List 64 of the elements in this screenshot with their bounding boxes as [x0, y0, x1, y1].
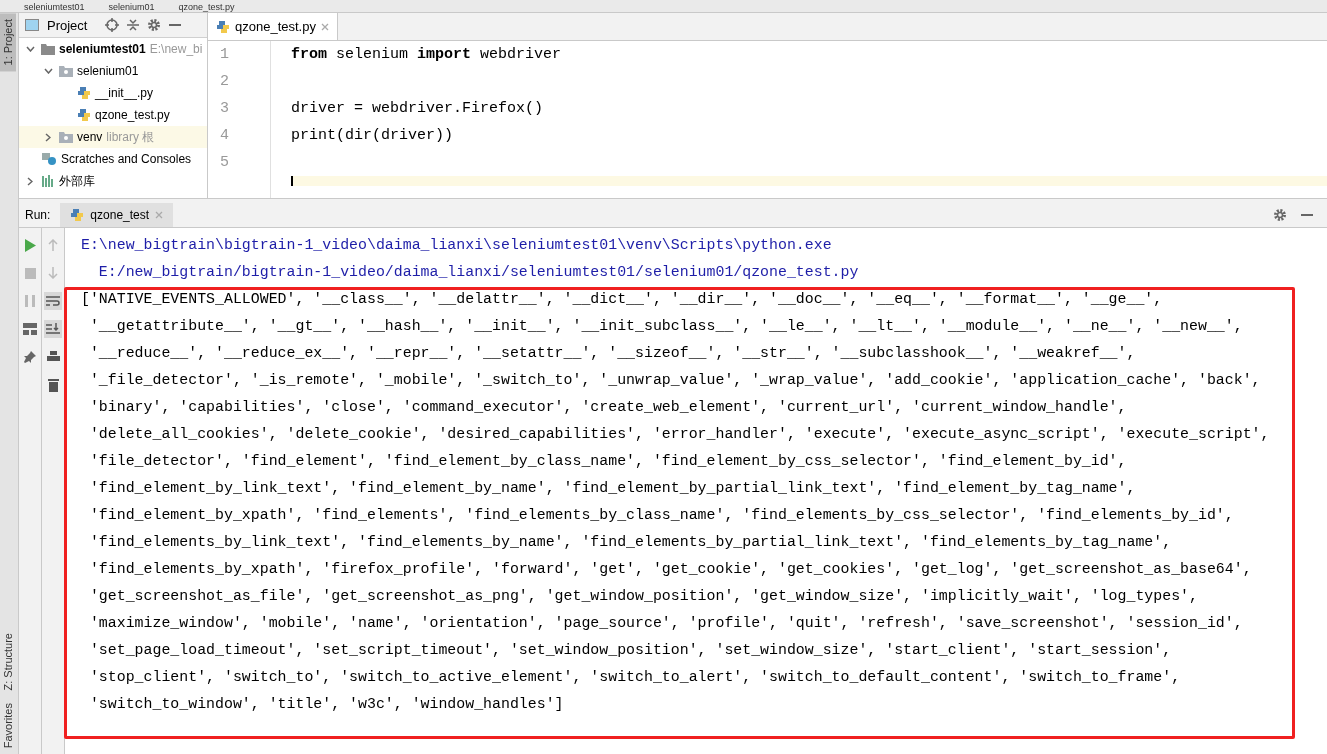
console-line: '__getattribute__', '__gt__', '__hash__', '__init__', '__init_subclass__', '__le__', '__lt__', '__module__', '__ne__', '__new__',: [88, 317, 1244, 336]
minimize-icon[interactable]: [169, 24, 182, 26]
settings-icon[interactable]: [1273, 208, 1287, 222]
side-tab[interactable]: 1: Project: [0, 13, 16, 72]
panel-title: Run:: [24, 208, 52, 222]
tree-item[interactable]: 外部库: [59, 172, 95, 190]
panel-icon: [25, 19, 39, 31]
folder-icon: [41, 43, 55, 55]
breadcrumb[interactable]: seleniumtest01: [24, 2, 85, 12]
tree-item[interactable]: Scratches and Consoles: [61, 152, 192, 166]
scroll-to-end-icon[interactable]: [44, 320, 62, 338]
code-line: driver = webdriver.Firefox(): [290, 99, 545, 119]
folder-icon: [59, 131, 73, 143]
line-number: 5: [219, 153, 230, 173]
console-line: 'file_detector', 'find_element', 'find_element_by_class_name', 'find_element_by_css_selector', 'find_element_by_id',: [88, 452, 1128, 471]
breadcrumb[interactable]: qzone_test.py: [178, 2, 235, 12]
editor-tab[interactable]: qzone_test.py: [208, 13, 338, 40]
soft-wrap-icon[interactable]: [44, 292, 62, 310]
line-number: 4: [219, 126, 230, 146]
breadcrumb[interactable]: selenium01: [108, 2, 155, 12]
python-file-icon: [77, 86, 91, 100]
console-line: '_file_detector', '_is_remote', '_mobile', '_switch_to', '_unwrap_value', '_wrap_value', 'add_cookie', 'application_cache', 'back',: [88, 371, 1262, 390]
console-line: 'find_element_by_link_text', 'find_element_by_name', 'find_element_by_partial_link_text', 'find_element_by_tag_name',: [88, 479, 1137, 498]
path-hint: library 根: [106, 128, 155, 146]
console-line: ['NATIVE_EVENTS_ALLOWED', '__class__', '__delattr__', '__dict__', '__dir__', '__doc__', '__eq__', '__format__', '__ge__',: [81, 290, 1164, 309]
code-line: print(dir(driver)): [290, 126, 455, 146]
console-line: 'find_elements_by_xpath', 'firefox_profile', 'forward', 'get', 'get_cookie', 'get_cookies', 'get_log', 'get_screenshot_as_base64',: [88, 560, 1253, 579]
console-line: 'stop_client', 'switch_to', 'switch_to_active_element', 'switch_to_alert', 'switch_to_default_content', 'switch_to_frame',: [88, 668, 1182, 687]
path-hint: E:\new_bi: [149, 42, 203, 56]
library-icon: [41, 175, 55, 187]
pin-icon[interactable]: [21, 348, 39, 366]
collapse-all-icon[interactable]: [127, 18, 140, 32]
run-tab[interactable]: qzone_test: [60, 203, 174, 227]
line-number: 1: [219, 45, 230, 65]
console-line: 'set_page_load_timeout', 'set_script_timeout', 'set_window_position', 'set_window_size', 'start_client', 'start_session',: [88, 641, 1173, 660]
code-line: from selenium import webdriver: [290, 45, 563, 65]
layout-icon[interactable]: [21, 320, 39, 338]
console-line: 'binary', 'capabilities', 'close', 'command_executor', 'create_web_element', 'current_url', 'current_window_handle',: [88, 398, 1128, 417]
console-line: 'maximize_window', 'mobile', 'name', 'orientation', 'page_source', 'profile', 'quit', 'refresh', 'save_screenshot', 'session_id',: [88, 614, 1244, 633]
tree-item[interactable]: venv: [77, 130, 103, 144]
tree-item[interactable]: __init__.py: [95, 86, 154, 100]
side-tab[interactable]: Favorites: [0, 696, 16, 754]
python-file-icon: [77, 108, 91, 122]
tree-item[interactable]: seleniumtest01: [59, 42, 146, 56]
line-number: 3: [219, 99, 230, 119]
console-line: 'find_element_by_xpath', 'find_elements', 'find_elements_by_class_name', 'find_elements_by_css_selector', 'find_elements_by_id',: [88, 506, 1235, 525]
side-tab[interactable]: Z: Structure: [0, 627, 16, 697]
console-line: '__reduce__', '__reduce_ex__', '__repr__', '__setattr__', '__sizeof__', '__str__', '__subclasshook__', '__weakref__',: [88, 344, 1137, 363]
console-line: 'find_elements_by_link_text', 'find_elements_by_name', 'find_elements_by_partial_link_text', 'find_elements_by_tag_name',: [88, 533, 1173, 552]
console-line: 'delete_all_cookies', 'delete_cookie', 'desired_capabilities', 'error_handler', 'execute', 'execute_async_script', 'execute_script',: [88, 425, 1271, 444]
console-line: E:/new_bigtrain/bigtrain-1_video/daima_lianxi/seleniumtest01/selenium01/qzone_test.py: [97, 263, 860, 282]
panel-title[interactable]: Project: [47, 17, 88, 33]
tree-item[interactable]: qzone_test.py: [95, 108, 170, 122]
line-number: 2: [219, 72, 230, 92]
folder-icon: [59, 65, 73, 77]
settings-icon[interactable]: [147, 18, 162, 32]
python-file-icon: [216, 19, 230, 34]
locate-icon[interactable]: [105, 18, 120, 32]
python-file-icon: [70, 208, 85, 222]
scratches-icon: [41, 152, 57, 166]
console-line: 'switch_to_window', 'title', 'w3c', 'window_handles']: [88, 695, 565, 714]
tree-item[interactable]: selenium01: [77, 64, 139, 78]
console-line: E:\new_bigtrain\bigtrain-1_video\daima_lianxi\seleniumtest01\venv\Scripts\python.exe: [81, 236, 833, 255]
console-line: 'get_screenshot_as_file', 'get_screenshot_as_png', 'get_window_position', 'get_window_size', 'implicitly_wait', 'log_types',: [88, 587, 1199, 606]
